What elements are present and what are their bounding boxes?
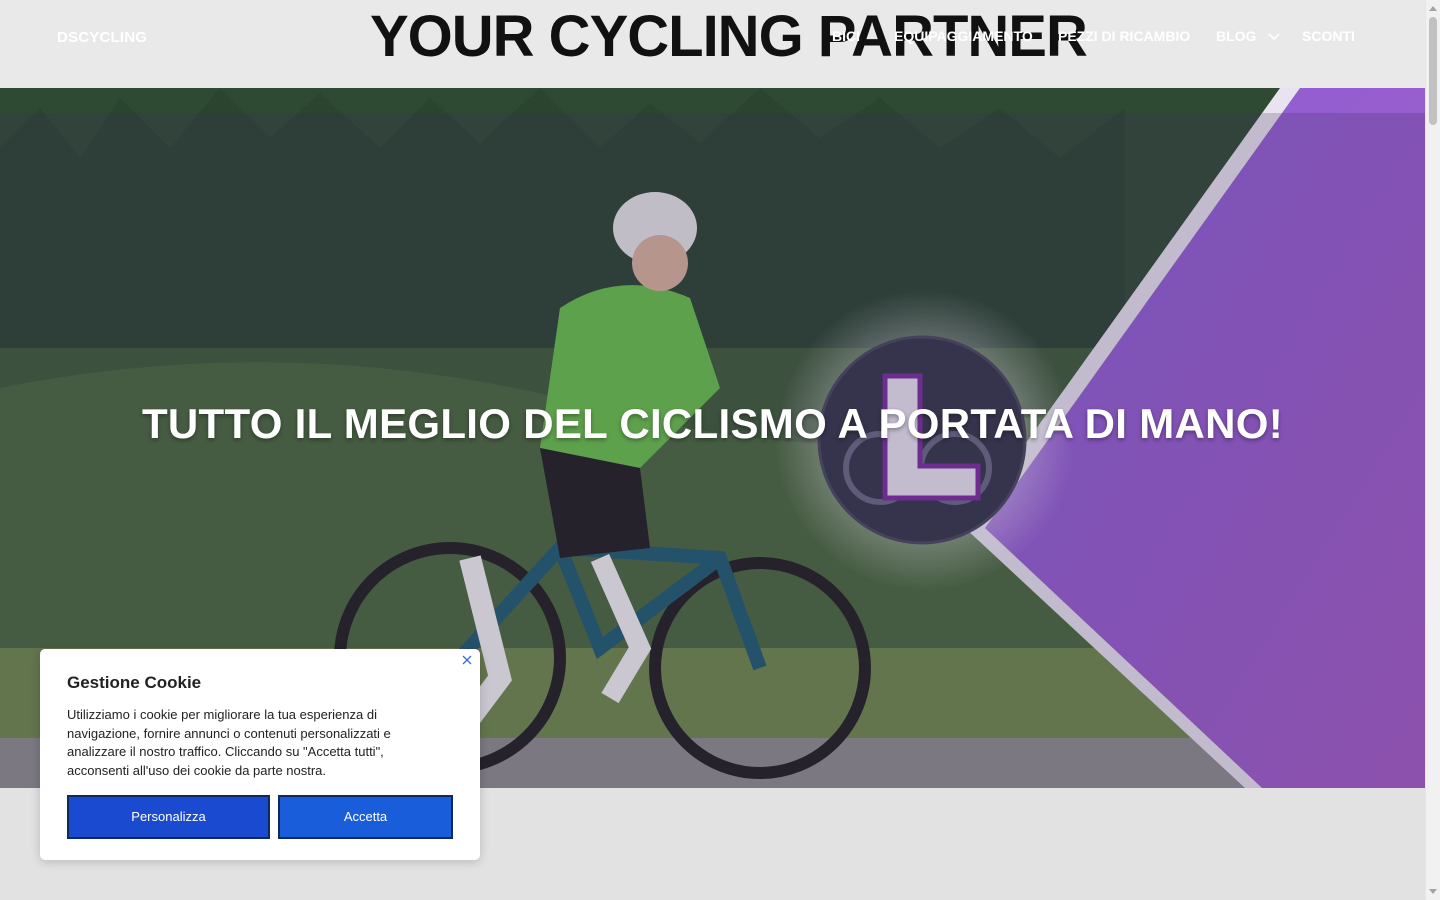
close-icon[interactable] (460, 653, 474, 667)
scrollbar-thumb[interactable] (1429, 17, 1437, 125)
nav-item-blog[interactable]: BLOG (1216, 28, 1280, 44)
nav-item-bici[interactable]: BICI (832, 28, 860, 44)
nav-item-label: SCONTI (1302, 28, 1355, 44)
nav-item-equipaggiamento[interactable]: EQUIPAGGIAMENTO (894, 28, 1033, 44)
nav-item-label: BLOG (1216, 28, 1257, 44)
chevron-down-icon (1268, 33, 1280, 41)
nav-item-label: EQUIPAGGIAMENTO (894, 28, 1033, 44)
nav-item-label: PEZZI DI RICAMBIO (1058, 28, 1191, 44)
cookie-description: Utilizziamo i cookie per migliorare la t… (67, 707, 391, 778)
nav-item-sconti[interactable]: SCONTI (1302, 28, 1355, 44)
accept-button[interactable]: Accetta (278, 795, 453, 839)
cookie-dialog: Gestione Cookie Utilizziamo i cookie per… (40, 649, 480, 860)
hero-headline: TUTTO IL MEGLIO DEL CICLISMO A PORTATA D… (141, 400, 1284, 447)
nav-item-pezzi-di-ricambio[interactable]: PEZZI DI RICAMBIO (1058, 28, 1190, 44)
scroll-down-icon[interactable] (1429, 889, 1437, 894)
nav-item-label: BICI (832, 28, 860, 44)
page: DSCYCLING YOUR CYCLING PARTNER BICI EQUI… (0, 0, 1440, 900)
scroll-up-icon[interactable] (1429, 6, 1437, 11)
page-scrollbar[interactable] (1425, 0, 1440, 900)
cookie-title: Gestione Cookie (67, 673, 202, 692)
site-logo-link[interactable]: DSCYCLING (57, 29, 147, 46)
customize-button[interactable]: Personalizza (67, 795, 270, 839)
site-header: DSCYCLING YOUR CYCLING PARTNER BICI EQUI… (0, 0, 1425, 88)
